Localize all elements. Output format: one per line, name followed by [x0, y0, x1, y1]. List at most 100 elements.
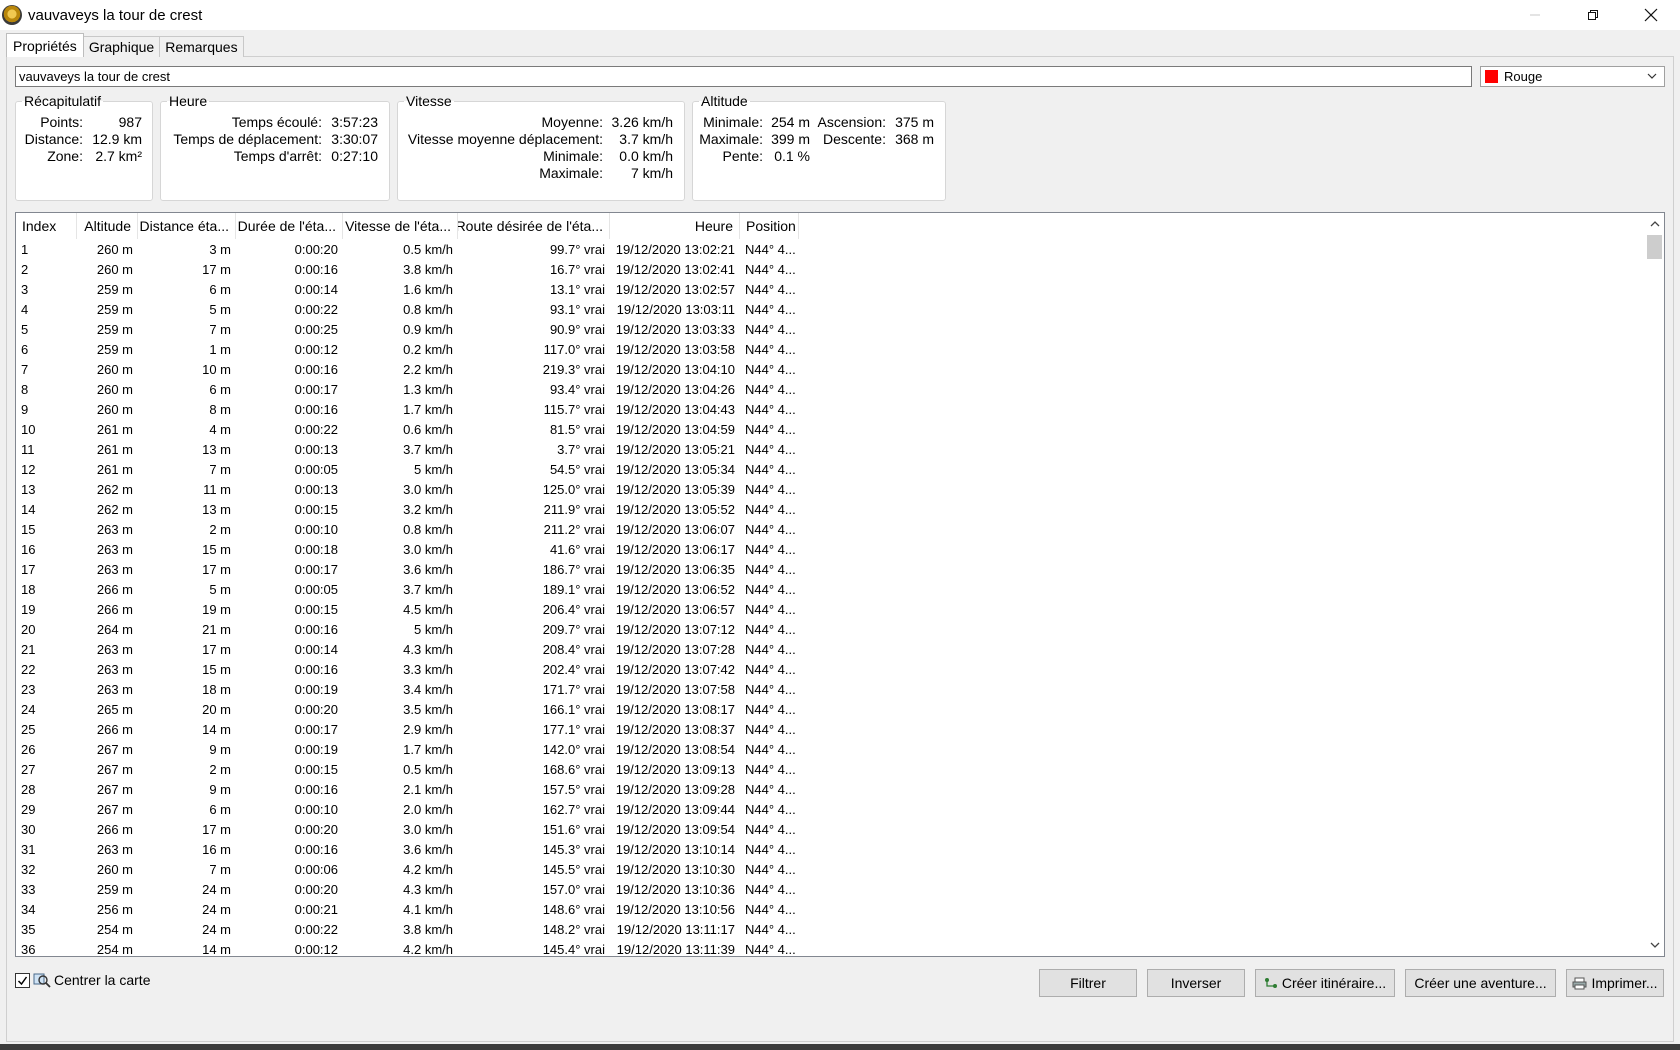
table-row[interactable]: 17 263 m 17 m 0:00:17 3.6 km/h 186.7° vrai 19/…: [16, 559, 1646, 579]
minimize-button[interactable]: [1506, 0, 1564, 30]
cell-route: 209.7° vrai: [542, 621, 605, 637]
invert-button[interactable]: Inverser: [1147, 969, 1245, 997]
table-row[interactable]: 11 261 m 13 m 0:00:13 3.7 km/h 3.7° vrai 19/12…: [16, 439, 1646, 459]
table-row[interactable]: 14 262 m 13 m 0:00:15 3.2 km/h 211.9° vrai 19/…: [16, 499, 1646, 519]
cell-distance: 24 m: [202, 881, 231, 897]
scroll-down-button[interactable]: [1645, 936, 1664, 954]
cell-speed: 3.5 km/h: [403, 701, 453, 717]
table-row[interactable]: 24 265 m 20 m 0:00:20 3.5 km/h 166.1° vrai 19/…: [16, 699, 1646, 719]
table-row[interactable]: 29 267 m 6 m 0:00:10 2.0 km/h 162.7° vrai 19/1…: [16, 799, 1646, 819]
table-row[interactable]: 2 260 m 17 m 0:00:16 3.8 km/h 16.7° vrai 19/12…: [16, 259, 1646, 279]
column-header-index[interactable]: Index: [16, 213, 77, 239]
close-button[interactable]: [1622, 0, 1680, 30]
printer-icon: [1572, 977, 1587, 990]
cell-speed: 0.9 km/h: [403, 321, 453, 337]
altitude-slope-value: 0.1 %: [774, 148, 810, 164]
table-row[interactable]: 22 263 m 15 m 0:00:16 3.3 km/h 202.4° vrai 19/…: [16, 659, 1646, 679]
cell-speed: 4.3 km/h: [403, 881, 453, 897]
tab-proprietes[interactable]: Propriétés: [6, 33, 84, 57]
table-row[interactable]: 21 263 m 17 m 0:00:14 4.3 km/h 208.4° vrai 19/…: [16, 639, 1646, 659]
table-row[interactable]: 12 261 m 7 m 0:00:05 5 km/h 54.5° vrai 19/12/2…: [16, 459, 1646, 479]
column-header-speed[interactable]: Vitesse de l'éta...: [343, 213, 458, 239]
filter-button[interactable]: Filtrer: [1039, 969, 1137, 997]
table-row[interactable]: 9 260 m 8 m 0:00:16 1.7 km/h 115.7° vrai 19/12…: [16, 399, 1646, 419]
recap-group: Récapitulatif: [15, 93, 153, 201]
heure-stop-value: 0:27:10: [331, 148, 378, 164]
table-row[interactable]: 6 259 m 1 m 0:00:12 0.2 km/h 117.0° vrai 19/12…: [16, 339, 1646, 359]
cell-duration: 0:00:16: [294, 621, 338, 637]
cell-route: 125.0° vrai: [542, 481, 605, 497]
column-header-time[interactable]: Heure: [610, 213, 740, 239]
tab-graphique[interactable]: Graphique: [82, 36, 161, 57]
table-row[interactable]: 10 261 m 4 m 0:00:22 0.6 km/h 81.5° vrai 19/12…: [16, 419, 1646, 439]
table-row[interactable]: 1 260 m 3 m 0:00:20 0.5 km/h 99.7° vrai 19/12/…: [16, 239, 1646, 259]
recap-distance-value: 12.9 km: [92, 131, 142, 147]
color-select[interactable]: Rouge: [1480, 66, 1665, 87]
scroll-up-button[interactable]: [1645, 215, 1664, 233]
table-row[interactable]: 25 266 m 14 m 0:00:17 2.9 km/h 177.1° vrai 19/…: [16, 719, 1646, 739]
table-row[interactable]: 7 260 m 10 m 0:00:16 2.2 km/h 219.3° vrai 19/1…: [16, 359, 1646, 379]
cell-distance: 17 m: [202, 261, 231, 277]
close-icon: [1644, 8, 1658, 22]
create-adventure-button[interactable]: Créer une aventure...: [1405, 969, 1556, 997]
table-row[interactable]: 20 264 m 21 m 0:00:16 5 km/h 209.7° vrai 19/12…: [16, 619, 1646, 639]
center-map-control[interactable]: Centrer la carte: [15, 972, 150, 988]
table-row[interactable]: 16 263 m 15 m 0:00:18 3.0 km/h 41.6° vrai 19/1…: [16, 539, 1646, 559]
column-header-duration[interactable]: Durée de l'éta...: [236, 213, 343, 239]
cell-position: N44° 4...: [745, 461, 796, 477]
cell-distance: 7 m: [209, 461, 231, 477]
table-row[interactable]: 36 254 m 14 m 0:00:12 4.2 km/h 145.4° vrai 19/…: [16, 939, 1646, 957]
table-row[interactable]: 5 259 m 7 m 0:00:25 0.9 km/h 90.9° vrai 19/12/…: [16, 319, 1646, 339]
cell-distance: 14 m: [202, 941, 231, 957]
cell-route: 206.4° vrai: [542, 601, 605, 617]
heure-moving-value: 3:30:07: [331, 131, 378, 147]
table-row[interactable]: 34 256 m 24 m 0:00:21 4.1 km/h 148.6° vrai 19/…: [16, 899, 1646, 919]
table-row[interactable]: 32 260 m 7 m 0:00:06 4.2 km/h 145.5° vrai 19/1…: [16, 859, 1646, 879]
column-header-route[interactable]: Route désirée de l'éta...: [458, 213, 610, 239]
center-map-checkbox[interactable]: [15, 972, 30, 988]
vitesse-max-label: Maximale:: [539, 165, 603, 181]
cell-index: 22: [21, 661, 36, 677]
column-header-distance[interactable]: Distance éta...: [138, 213, 236, 239]
table-row[interactable]: 18 266 m 5 m 0:00:05 3.7 km/h 189.1° vrai 19/1…: [16, 579, 1646, 599]
table-row[interactable]: 31 263 m 16 m 0:00:16 3.6 km/h 145.3° vrai 19/…: [16, 839, 1646, 859]
track-name-input[interactable]: [15, 66, 1472, 87]
vertical-scrollbar[interactable]: [1645, 213, 1664, 956]
cell-duration: 0:00:16: [294, 781, 338, 797]
cell-speed: 3.7 km/h: [403, 441, 453, 457]
cell-duration: 0:00:15: [294, 761, 338, 777]
table-row[interactable]: 30 266 m 17 m 0:00:20 3.0 km/h 151.6° vrai 19/…: [16, 819, 1646, 839]
table-row[interactable]: 3 259 m 6 m 0:00:14 1.6 km/h 13.1° vrai 19/12/…: [16, 279, 1646, 299]
cell-altitude: 259 m: [96, 341, 133, 357]
create-route-button[interactable]: Créer itinéraire...: [1255, 969, 1395, 997]
scroll-thumb[interactable]: [1647, 235, 1662, 259]
column-header-position[interactable]: Position: [740, 213, 799, 239]
cell-altitude: 259 m: [96, 301, 133, 317]
table-row[interactable]: 28 267 m 9 m 0:00:16 2.1 km/h 157.5° vrai 19/1…: [16, 779, 1646, 799]
cell-speed: 0.5 km/h: [403, 241, 453, 257]
table-row[interactable]: 15 263 m 2 m 0:00:10 0.8 km/h 211.2° vrai 19/1…: [16, 519, 1646, 539]
cell-distance: 1 m: [209, 341, 231, 357]
table-row[interactable]: 35 254 m 24 m 0:00:22 3.8 km/h 148.2° vrai 19/…: [16, 919, 1646, 939]
table-row[interactable]: 23 263 m 18 m 0:00:19 3.4 km/h 171.7° vrai 19/…: [16, 679, 1646, 699]
table-row[interactable]: 27 267 m 2 m 0:00:15 0.5 km/h 168.6° vrai 19/1…: [16, 759, 1646, 779]
cell-speed: 4.1 km/h: [403, 901, 453, 917]
table-row[interactable]: 26 267 m 9 m 0:00:19 1.7 km/h 142.0° vrai 19/1…: [16, 739, 1646, 759]
table-row[interactable]: 8 260 m 6 m 0:00:17 1.3 km/h 93.4° vrai 19/12/…: [16, 379, 1646, 399]
cell-duration: 0:00:22: [294, 301, 338, 317]
cell-index: 7: [21, 361, 29, 377]
tab-remarques[interactable]: Remarques: [159, 36, 244, 57]
minimize-icon: [1530, 14, 1540, 16]
table-row[interactable]: 33 259 m 24 m 0:00:20 4.3 km/h 157.0° vrai 19/…: [16, 879, 1646, 899]
print-button[interactable]: Imprimer...: [1566, 969, 1664, 997]
points-table[interactable]: Index Altitude Distance éta... Durée de …: [15, 212, 1665, 957]
cell-speed: 3.7 km/h: [403, 581, 453, 597]
cell-speed: 2.0 km/h: [403, 801, 453, 817]
altitude-min-value: 254 m: [771, 114, 810, 130]
cell-duration: 0:00:17: [294, 381, 338, 397]
table-row[interactable]: 4 259 m 5 m 0:00:22 0.8 km/h 93.1° vrai 19/12/…: [16, 299, 1646, 319]
table-row[interactable]: 13 262 m 11 m 0:00:13 3.0 km/h 125.0° vrai 19/…: [16, 479, 1646, 499]
table-row[interactable]: 19 266 m 19 m 0:00:15 4.5 km/h 206.4° vrai 19/…: [16, 599, 1646, 619]
restore-button[interactable]: [1564, 0, 1622, 30]
column-header-altitude[interactable]: Altitude: [77, 213, 138, 239]
